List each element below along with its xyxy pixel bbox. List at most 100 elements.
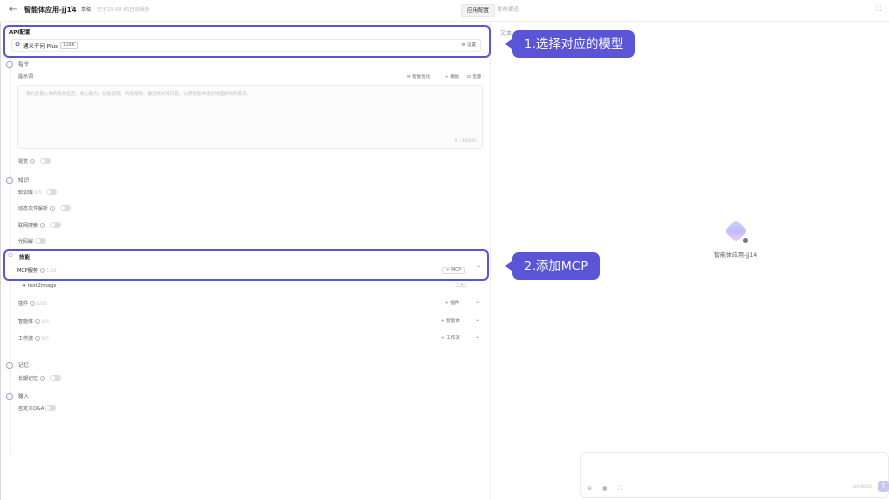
draft-badge: 草稿 bbox=[81, 7, 92, 13]
prompt-textarea[interactable]: 请在此输入你的角色设定、核心能力、技能说明、约束限制、输出格式等内容，以便智能体… bbox=[17, 85, 483, 149]
code-toggle[interactable] bbox=[35, 238, 46, 244]
knowledge-base-row: 知识库 0/5 bbox=[18, 189, 42, 196]
char-count: 0/10000 bbox=[853, 485, 872, 490]
app-title: 智能体应用-jj14 bbox=[24, 6, 77, 14]
knowledge-base-hint: 0/5 bbox=[34, 191, 42, 196]
chevron-down-icon[interactable]: ⌄ bbox=[475, 333, 480, 340]
callout-add-mcp: 2.添加MCP bbox=[505, 252, 600, 280]
long-term-memory-row: 长期记忆 i bbox=[18, 375, 46, 382]
add-mcp-button[interactable]: + MCP bbox=[442, 267, 465, 274]
long-term-memory-label: 长期记忆 bbox=[18, 376, 39, 382]
knowledge-base-toggle[interactable] bbox=[46, 189, 57, 195]
chat-input[interactable]: ⊕ ▣ ⛶ 0/10000 ↑ bbox=[580, 452, 889, 498]
workflow-label: 工作流 bbox=[18, 336, 34, 342]
info-icon: i bbox=[35, 336, 41, 341]
variable-button[interactable]: ⊡ 变量 bbox=[467, 74, 481, 80]
api-section-label: API配置 bbox=[9, 30, 31, 36]
template-label: 模板 bbox=[450, 75, 460, 80]
prompt-placeholder: 请在此输入你的角色设定、核心能力、技能说明、约束限制、输出格式等内容，以便智能体… bbox=[26, 92, 251, 97]
tab-app-config[interactable]: 应用配置 bbox=[461, 4, 496, 17]
instructions-section-label: 指令 bbox=[18, 62, 30, 68]
output-icon bbox=[6, 393, 13, 400]
model-selector[interactable]: ✿ 通义千问 Plus 128K ⚙ 设置 bbox=[11, 39, 481, 52]
knowledge-section-label: 知识 bbox=[18, 178, 30, 184]
vision-label: 视觉 bbox=[18, 159, 29, 165]
code-row: 代码解 bbox=[18, 238, 33, 245]
optimize-label: 智能优化 bbox=[412, 75, 431, 80]
mcp-service-row: MCP服务 i 1/20 bbox=[17, 267, 57, 274]
model-settings-label: 设置 bbox=[467, 43, 476, 48]
chevron-down-icon[interactable]: ⌄ bbox=[475, 316, 480, 323]
code-label: 代码解 bbox=[18, 239, 34, 245]
app-frame: ← 智能体应用-jj14 ✎ 草稿 已于23:48:45自动保存 应用配置 发布… bbox=[0, 0, 889, 500]
plugin-label: 插件 bbox=[18, 301, 29, 307]
plugin-hint: 0/20 bbox=[36, 302, 47, 307]
mcp-item-name: text2image bbox=[27, 283, 57, 289]
top-bar: ← 智能体应用-jj14 ✎ 草稿 已于23:48:45自动保存 应用配置 发布… bbox=[0, 0, 889, 22]
info-icon: i bbox=[30, 301, 36, 306]
mcp-service-label: MCP服务 bbox=[17, 268, 38, 274]
skills-icon: ⚇ bbox=[8, 253, 13, 259]
model-icon: ✿ bbox=[15, 41, 21, 48]
api-config-highlight: API配置 ✿ 通义千问 Plus 128K ⚙ 设置 bbox=[3, 25, 491, 58]
web-search-toggle[interactable] bbox=[50, 222, 61, 228]
knowledge-base-label: 知识库 bbox=[18, 190, 34, 196]
info-icon: i bbox=[40, 376, 46, 381]
mcp-item[interactable]: ✦ text2image bbox=[22, 283, 56, 289]
preview-header: 文本 bbox=[500, 30, 513, 37]
info-icon: i bbox=[50, 206, 56, 211]
workflow-row: 工作流 i 0/5 bbox=[18, 335, 49, 342]
memory-icon bbox=[6, 362, 13, 369]
skills-highlight: ⚇ 技能 MCP服务 i 1/20 + MCP ⌃ bbox=[3, 249, 489, 281]
agent-name: 智能体应用-jj14 bbox=[714, 252, 758, 259]
web-search-label: 联网搜索 bbox=[18, 223, 39, 229]
add-plugin-button[interactable]: + 插件 bbox=[445, 300, 459, 306]
send-button[interactable]: ↑ bbox=[878, 481, 889, 492]
output-section-label: 输入 bbox=[18, 394, 30, 400]
info-icon: i bbox=[35, 319, 41, 324]
vision-row: 视觉 i bbox=[18, 158, 36, 165]
optimize-button[interactable]: ⟳ 智能优化 bbox=[407, 74, 430, 80]
variable-label: 变量 bbox=[472, 75, 482, 80]
model-settings-button[interactable]: ⚙ 设置 bbox=[462, 42, 476, 48]
info-icon: i bbox=[30, 159, 36, 164]
plugin-row: 插件 i 0/20 bbox=[18, 300, 47, 307]
knowledge-icon bbox=[6, 177, 13, 184]
model-name: 通义千问 Plus bbox=[23, 44, 58, 50]
chevron-down-icon[interactable]: ⌄ bbox=[475, 298, 480, 305]
fullscreen-icon[interactable]: ⛶ bbox=[618, 485, 622, 493]
image-icon[interactable]: ▣ bbox=[602, 485, 608, 492]
custom-qa-label: 自定义Q&A bbox=[18, 406, 45, 412]
save-status: 已于23:48:45自动保存 bbox=[97, 7, 150, 13]
attach-icon[interactable]: ⊕ bbox=[587, 485, 592, 492]
send-icon: ↑ bbox=[880, 482, 887, 490]
expand-icon[interactable]: ⛶ bbox=[876, 5, 881, 14]
template-button[interactable]: + 模板 bbox=[445, 74, 459, 80]
mcp-item-tag: 工具2 bbox=[455, 284, 467, 289]
web-search-row: 联网搜索 i bbox=[18, 222, 46, 229]
chevron-up-icon[interactable]: ⌃ bbox=[476, 265, 481, 272]
dynamic-file-label: 动态文件解析 bbox=[18, 206, 49, 212]
arrow-left-icon[interactable]: ← bbox=[9, 4, 17, 15]
edit-icon[interactable]: ✎ bbox=[70, 5, 76, 13]
instruction-icon bbox=[6, 61, 13, 68]
workflow-hint: 0/5 bbox=[41, 337, 49, 342]
agent-row: 智能体 i 0/5 bbox=[18, 318, 49, 325]
tab-publish-channels[interactable]: 发布渠道 bbox=[492, 4, 524, 17]
vision-toggle[interactable] bbox=[40, 158, 51, 164]
agent-label: 智能体 bbox=[18, 319, 34, 325]
dynamic-file-row: 动态文件解析 i bbox=[18, 205, 56, 212]
add-agent-button[interactable]: + 智能体 bbox=[441, 318, 460, 324]
skills-section-label: 技能 bbox=[19, 255, 31, 261]
add-workflow-button[interactable]: + 工作流 bbox=[441, 335, 460, 341]
custom-qa-row: 自定义Q&A bbox=[18, 405, 44, 412]
dynamic-file-toggle[interactable] bbox=[60, 205, 71, 211]
agent-status-badge bbox=[742, 237, 749, 244]
mcp-count: 1/20 bbox=[46, 269, 57, 274]
prompt-counter: 0 / 30000 bbox=[454, 139, 476, 144]
callout-select-model: 1.选择对应的模型 bbox=[504, 30, 636, 58]
custom-qa-toggle[interactable] bbox=[45, 405, 56, 411]
context-tag: 128K bbox=[60, 42, 78, 49]
agent-hint: 0/5 bbox=[41, 320, 49, 325]
long-term-memory-toggle[interactable] bbox=[50, 375, 61, 381]
